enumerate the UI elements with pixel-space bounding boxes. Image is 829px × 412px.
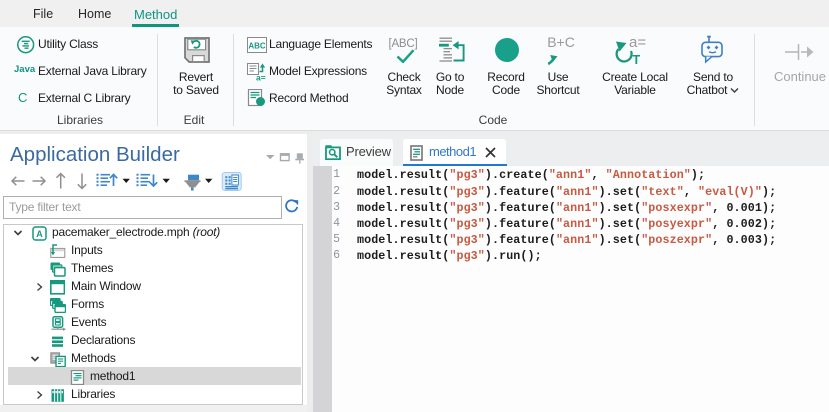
svg-text:ABC: ABC	[248, 42, 266, 51]
svg-text:a=: a=	[256, 73, 266, 82]
svg-text:a=: a=	[629, 34, 646, 51]
svg-text:T: T	[633, 53, 641, 66]
svg-text:A: A	[36, 229, 43, 239]
